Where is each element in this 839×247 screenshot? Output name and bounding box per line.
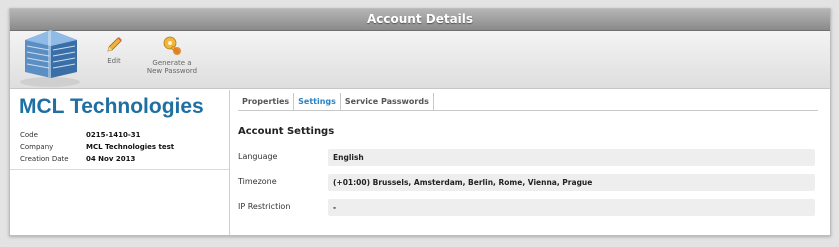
toolbar: Edit Generate a New Password	[10, 30, 830, 89]
company-label: Company	[20, 143, 54, 151]
company-value: MCL Technologies test	[86, 143, 175, 151]
creation-date-row: Creation Date 04 Nov 2013	[20, 153, 174, 165]
window-title: Account Details	[366, 12, 474, 26]
edit-label: Edit	[107, 57, 121, 65]
creation-date-value: 04 Nov 2013	[86, 155, 136, 163]
tab-settings[interactable]: Settings	[294, 93, 341, 110]
code-value: 0215-1410-31	[86, 131, 141, 139]
account-details-panel: Account Details Edit Generate a New Pass…	[9, 8, 831, 236]
ip-restriction-label: IP Restriction	[238, 202, 291, 211]
tab-properties[interactable]: Properties	[238, 93, 295, 110]
divider	[10, 169, 229, 170]
section-title: Account Settings	[238, 126, 335, 137]
tab-service-passwords[interactable]: Service Passwords	[341, 93, 434, 110]
pencil-icon	[107, 37, 122, 52]
edit-button[interactable]: Edit	[94, 35, 134, 65]
creation-date-label: Creation Date	[20, 155, 69, 163]
timezone-label: Timezone	[238, 177, 277, 186]
account-info: Code 0215-1410-31 Company MCL Technologi…	[20, 129, 174, 165]
building-icon	[15, 26, 85, 88]
company-name: MCL Technologies	[19, 95, 204, 118]
tab-bar: Properties Settings Service Passwords	[238, 93, 818, 111]
ip-restriction-value: -	[328, 199, 815, 216]
timezone-value: (+01:00) Brussels, Amsterdam, Berlin, Ro…	[328, 174, 815, 191]
company-row: Company MCL Technologies test	[20, 141, 174, 153]
language-label: Language	[238, 152, 278, 161]
key-icon	[163, 36, 181, 55]
code-label: Code	[20, 131, 38, 139]
code-row: Code 0215-1410-31	[20, 129, 174, 141]
generate-password-label: Generate a New Password	[146, 59, 198, 75]
title-bar: Account Details	[10, 9, 830, 31]
language-value: English	[328, 149, 815, 166]
generate-password-button[interactable]: Generate a New Password	[144, 35, 200, 75]
account-summary: MCL Technologies Code 0215-1410-31 Compa…	[10, 90, 230, 235]
